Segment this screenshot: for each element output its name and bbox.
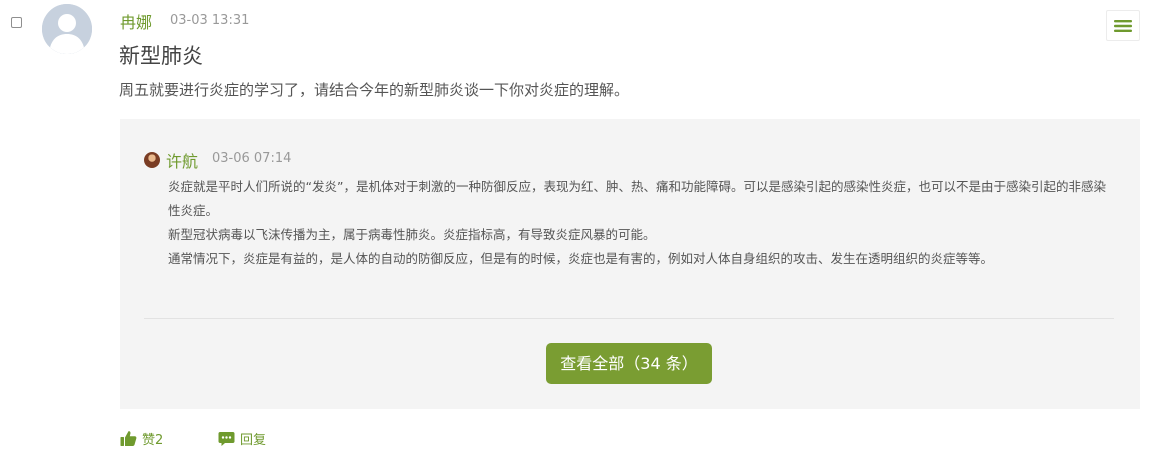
post-body: 周五就要进行炎症的学习了，请结合今年的新型肺炎谈一下你对炎症的理解。 [119,81,630,99]
reply-timestamp: 03-06 07:14 [212,151,292,166]
reply-label: 回复 [240,432,267,448]
reply-avatar[interactable] [144,152,160,168]
thumbs-up-icon [120,430,137,446]
avatar[interactable] [42,4,92,54]
reply-paragraph: 炎症就是平时人们所说的“发炎”，是机体对于刺激的一种防御反应，表现为红、肿、热、… [168,179,1106,218]
like-button[interactable]: 赞2 [120,427,163,449]
reply-paragraph: 通常情况下，炎症是有益的，是人体的自动的防御反应，但是有的时候，炎症也是有害的，… [168,251,994,266]
reply-paragraph: 新型冠状病毒以飞沫传播为主，属于病毒性肺炎。炎症指标高，有导致炎症风暴的可能。 [168,227,656,242]
select-checkbox[interactable] [11,17,22,28]
menu-button[interactable] [1106,10,1140,41]
comment-icon [218,431,235,446]
post-title: 新型肺炎 [119,44,203,68]
like-count: 赞2 [142,432,164,448]
reply-author[interactable]: 许航 [166,148,198,172]
reply-panel: 许航 03-06 07:14 炎症就是平时人们所说的“发炎”，是机体对于刺激的一… [120,119,1140,409]
post-author[interactable]: 冉娜 [120,9,152,33]
reply-button[interactable]: 回复 [218,427,266,449]
view-all-button[interactable]: 查看全部（34 条） [546,343,712,384]
divider [144,318,1114,319]
post-timestamp: 03-03 13:31 [170,13,250,28]
hamburger-icon [1114,19,1132,32]
reply-content: 炎症就是平时人们所说的“发炎”，是机体对于刺激的一种防御反应，表现为红、肿、热、… [168,175,1113,271]
